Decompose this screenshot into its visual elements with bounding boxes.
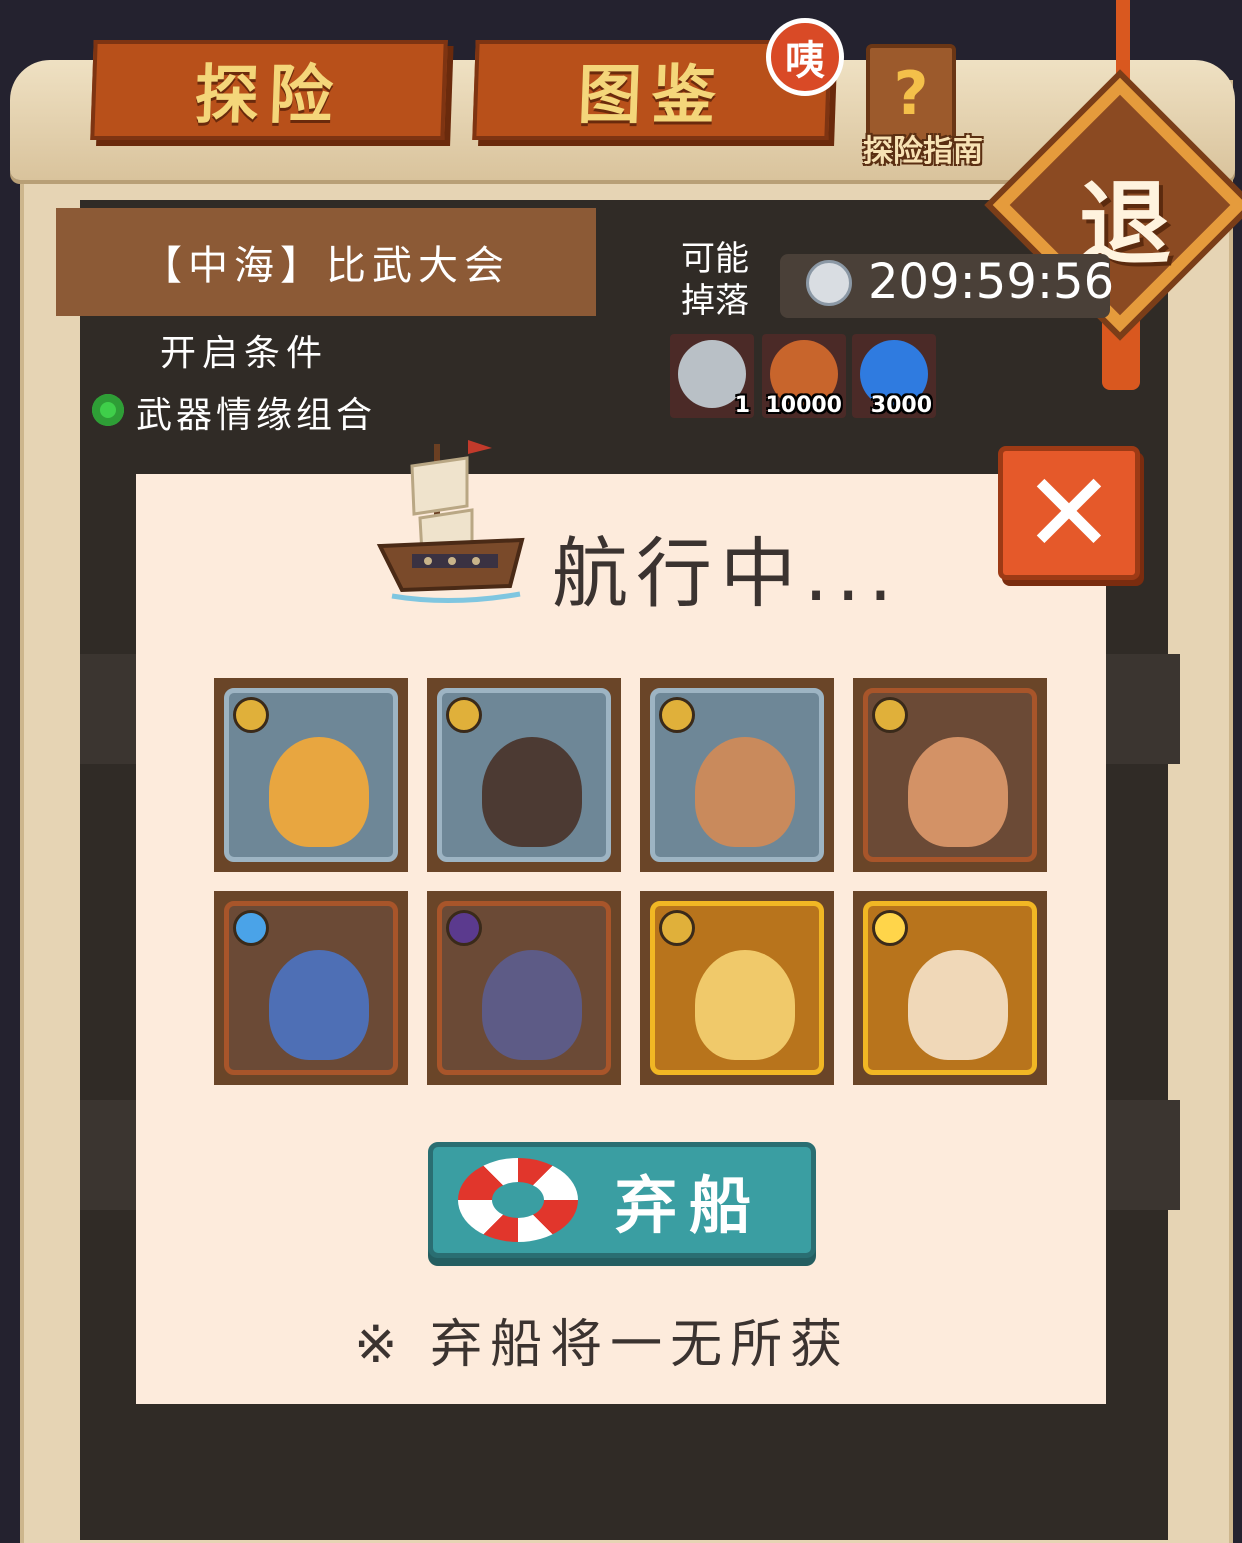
viking-hero-icon — [269, 737, 369, 847]
hero-card[interactable] — [214, 891, 408, 1085]
close-button[interactable]: ✕ — [998, 446, 1140, 580]
drop-count: 3000 — [870, 393, 932, 418]
hero-card[interactable] — [640, 678, 834, 872]
hero-card[interactable] — [214, 678, 408, 872]
hero-card[interactable] — [427, 678, 621, 872]
abandon-warning: ※ 弃船将一无所获 — [354, 1315, 851, 1375]
condition-item: 武器情缘组合 — [136, 395, 377, 436]
bearded-warrior-icon — [695, 737, 795, 847]
lifebuoy-center — [492, 1182, 544, 1218]
ship-icon — [376, 440, 525, 604]
fire-goddess-icon — [695, 950, 795, 1060]
drop-count: 10000 — [765, 393, 842, 418]
hero-portrait — [437, 688, 611, 862]
drops-label-line2: 掉落 — [681, 281, 749, 321]
hero-portrait — [863, 901, 1037, 1075]
hero-portrait — [650, 901, 824, 1075]
condition-label: 开启条件 — [160, 333, 329, 374]
water-element-icon — [233, 910, 269, 946]
drop-item-blade[interactable]: 1 — [670, 334, 754, 418]
hero-portrait — [224, 688, 398, 862]
drop-count: 1 — [734, 393, 750, 418]
hero-portrait — [863, 688, 1037, 862]
drops-label: 可能 掉落 — [672, 238, 758, 322]
drop-item-gold[interactable]: 10000 — [762, 334, 846, 418]
dark-element-icon — [446, 910, 482, 946]
timer-value: 209:59:56 — [868, 254, 1115, 310]
earth-element-icon — [233, 697, 269, 733]
earth-element-icon — [659, 697, 695, 733]
notification-badge: 咦 — [766, 18, 844, 96]
hero-card[interactable] — [853, 891, 1047, 1085]
guide-label[interactable]: 探险指南 — [848, 126, 998, 170]
hero-card[interactable] — [427, 891, 621, 1085]
condition-met-icon — [92, 394, 124, 426]
stage-title: 【中海】比武大会 — [56, 208, 596, 316]
bald-brute-icon — [908, 737, 1008, 847]
hero-card[interactable] — [853, 678, 1047, 872]
hero-portrait — [437, 901, 611, 1075]
hero-portrait — [224, 901, 398, 1075]
drops-label-line1: 可能 — [681, 239, 749, 279]
hero-card[interactable] — [640, 891, 834, 1085]
drop-item-flame[interactable]: 3000 — [852, 334, 936, 418]
modal-title: 航行中... — [552, 529, 901, 618]
earth-element-icon — [872, 697, 908, 733]
tab-explore[interactable]: 探险 — [90, 40, 448, 140]
spiky-monster-icon — [269, 950, 369, 1060]
dark-goblin-icon — [482, 950, 582, 1060]
hero-portrait — [650, 688, 824, 862]
light-element-icon — [872, 910, 908, 946]
stopwatch-icon — [806, 260, 852, 306]
white-monk-icon — [908, 950, 1008, 1060]
earth-element-icon — [446, 697, 482, 733]
samurai-hero-icon — [482, 737, 582, 847]
earth-element-icon — [659, 910, 695, 946]
